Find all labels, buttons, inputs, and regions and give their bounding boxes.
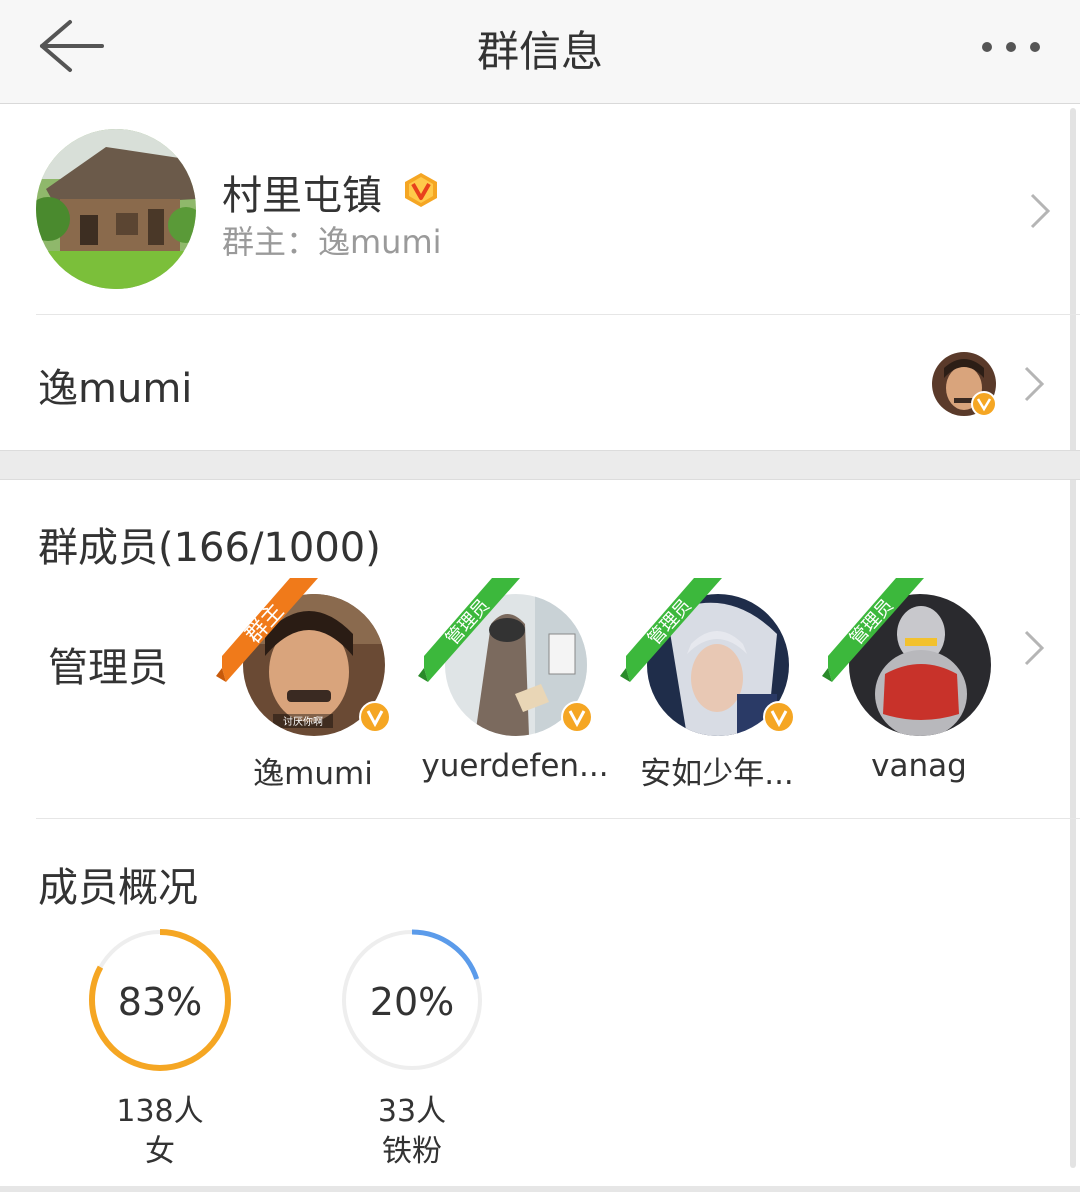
member-item[interactable]: 管理员 安如少年... <box>612 578 812 792</box>
stat-count: 138人 <box>116 1094 204 1129</box>
divider <box>36 818 1080 819</box>
page-title: 群信息 <box>476 27 603 76</box>
vip-v-icon <box>402 171 440 209</box>
admins-label: 管理员 <box>48 645 168 691</box>
role-label: 管理员 <box>442 595 494 649</box>
owner-name: 逸mumi <box>38 366 193 412</box>
overview-title: 成员概况 <box>38 865 198 911</box>
stat-female: 83% 138人 女 <box>80 928 240 1169</box>
verified-v-icon <box>762 700 796 734</box>
stat-label: 铁粉 <box>382 1134 442 1169</box>
chevron-right-icon <box>1022 364 1046 404</box>
divider <box>36 314 1080 315</box>
stat-percent: 20% <box>369 980 455 1024</box>
role-label: 管理员 <box>846 595 898 649</box>
member-name: yuerdefen... <box>421 748 609 784</box>
divider <box>0 1186 1080 1192</box>
admin-ribbon: 管理员 <box>814 576 934 686</box>
stat-count: 33人 <box>377 1094 447 1129</box>
member-name: vanag <box>871 748 967 784</box>
member-item[interactable]: 讨厌你啊 群主 逸mumi <box>208 578 408 792</box>
admin-ribbon: 管理员 <box>612 576 732 686</box>
role-label: 管理员 <box>644 595 696 649</box>
member-item[interactable]: 管理员 yuerdefen... <box>410 578 610 790</box>
member-name: 逸mumi <box>253 756 373 792</box>
verified-v-icon <box>560 700 594 734</box>
group-info-row[interactable]: 村里屯镇 群主：逸mumi <box>0 105 1080 315</box>
member-item[interactable]: 管理员 vanag <box>814 578 1014 790</box>
admin-ribbon: 管理员 <box>410 576 530 686</box>
verified-v-icon <box>358 700 392 734</box>
more-dots-icon[interactable] <box>976 28 1046 68</box>
stat-fans: 20% 33人 铁粉 <box>332 928 492 1169</box>
chevron-right-icon <box>1028 191 1052 231</box>
owner-ribbon: 群主 <box>208 576 328 686</box>
members-title: 群成员(166/1000) <box>38 525 381 571</box>
group-owner-line: 群主：逸mumi <box>222 223 442 261</box>
member-name: 安如少年... <box>640 756 794 792</box>
top-bar: 群信息 <box>0 0 1080 104</box>
avatar <box>932 352 997 417</box>
svg-text:讨厌你啊: 讨厌你啊 <box>283 715 323 728</box>
stat-percent: 83% <box>117 980 203 1024</box>
group-avatar <box>36 129 196 289</box>
owner-row[interactable]: 逸mumi <box>0 316 1080 450</box>
group-name: 村里屯镇 <box>222 173 382 219</box>
chevron-right-icon[interactable] <box>1022 628 1046 668</box>
stat-label: 女 <box>145 1134 175 1169</box>
section-separator <box>0 450 1080 480</box>
